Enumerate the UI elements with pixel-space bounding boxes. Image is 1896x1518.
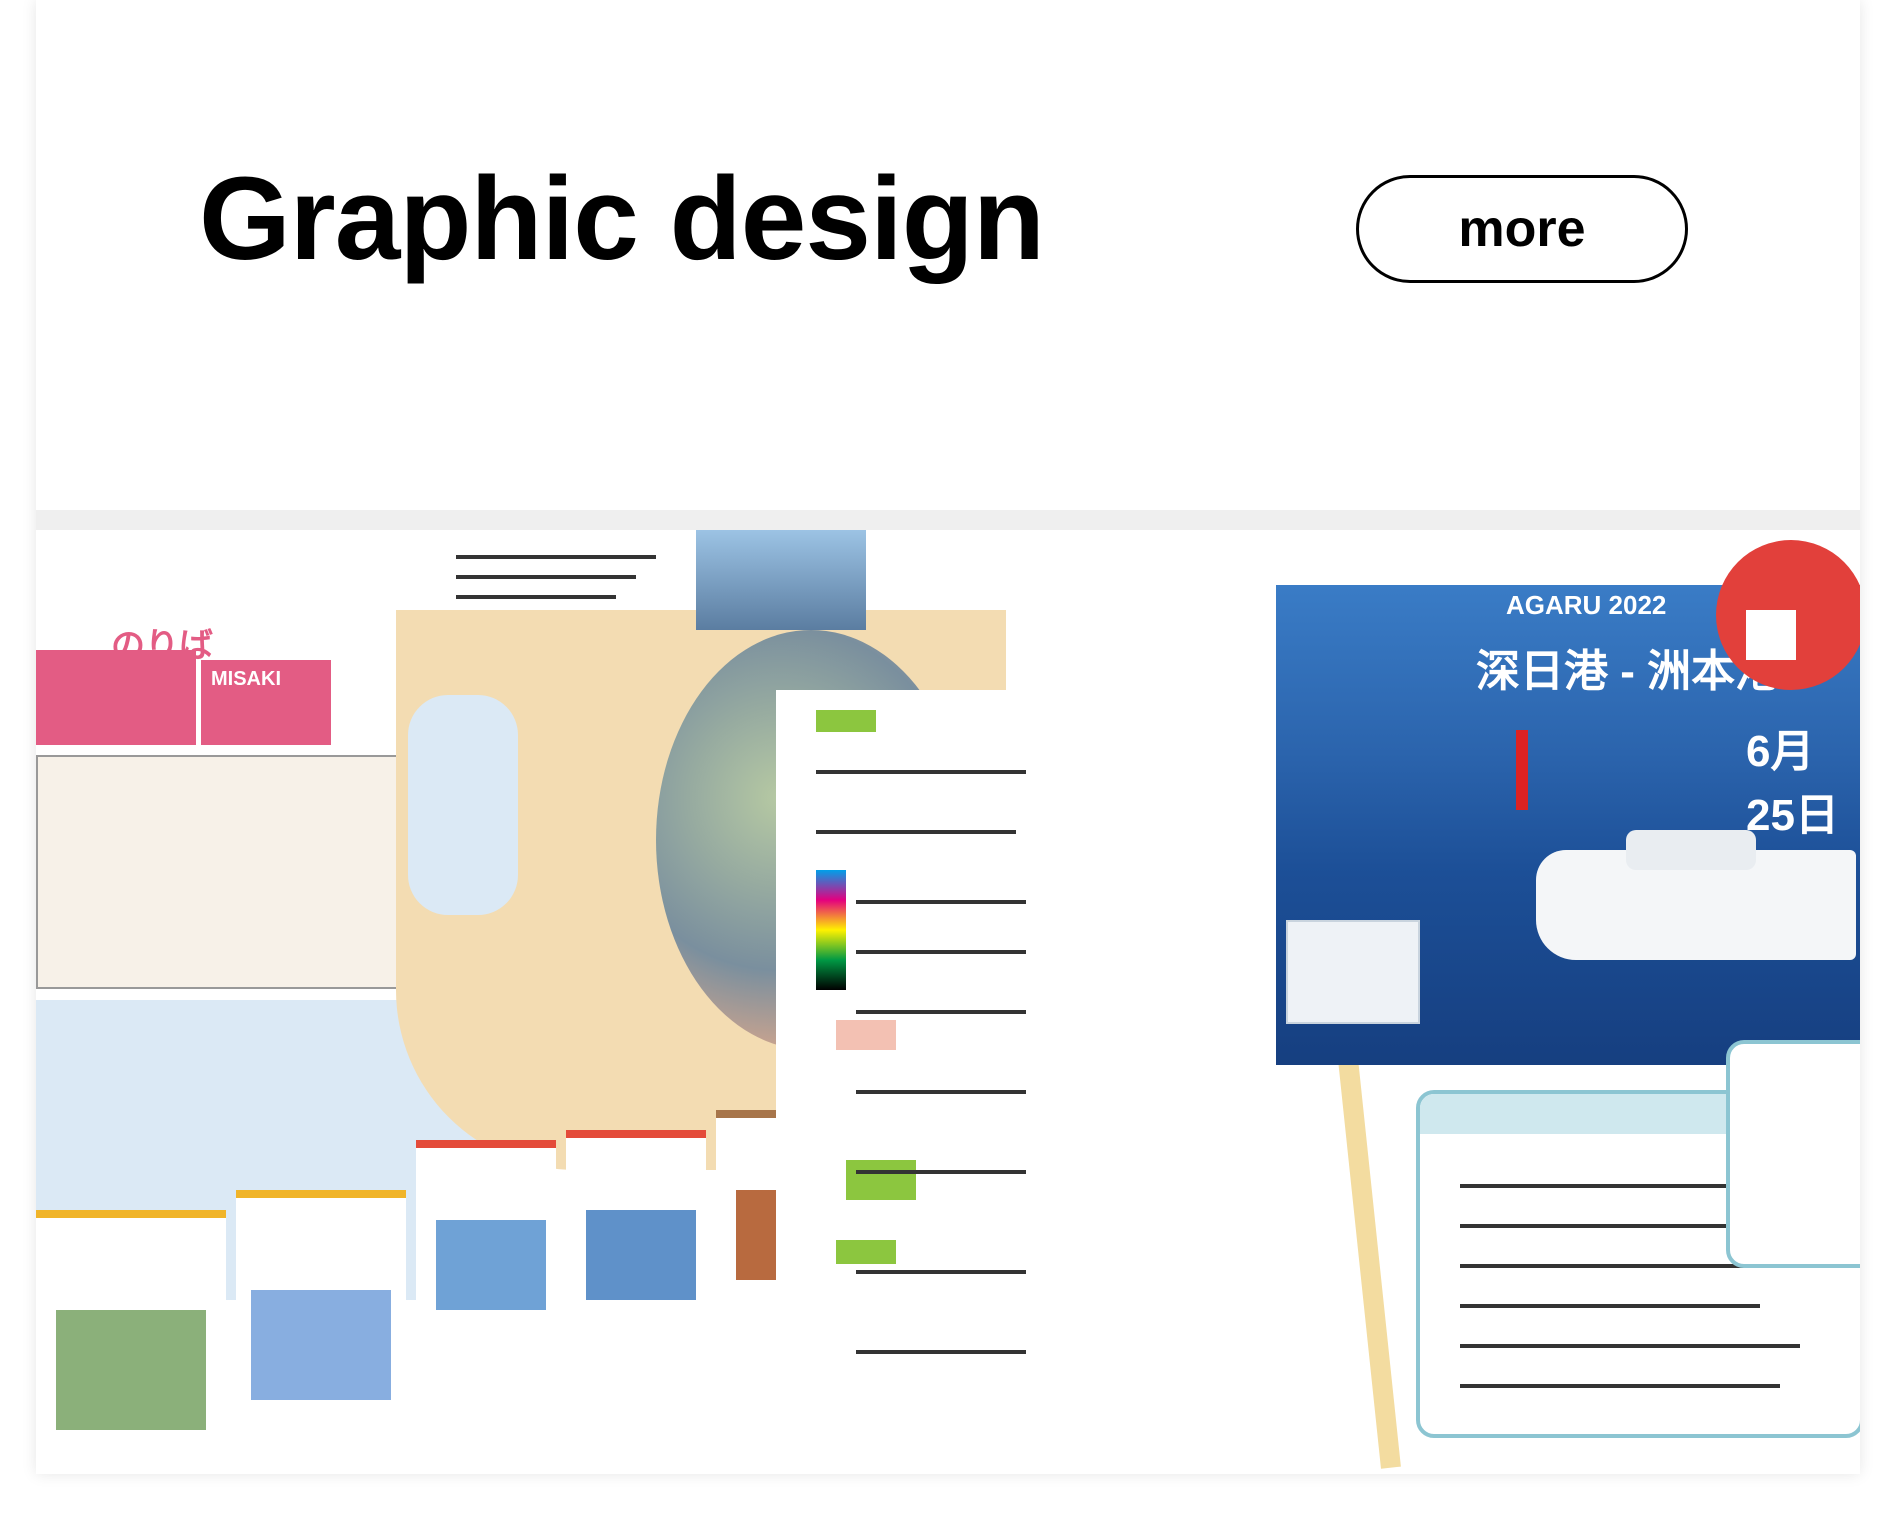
event-date: 6月25日 [1746,727,1839,840]
banner-text: のりば [111,627,213,665]
lighthouse [1516,730,1528,810]
inset-map [36,755,400,989]
qr-code [1746,610,1796,660]
tag-misaki: MISAKI [211,668,281,690]
section-title: Graphic design [199,153,1045,285]
more-button[interactable]: more [1356,175,1688,283]
panel-heading: AGARU 2022 [1506,590,1667,620]
spot-tile [566,1130,706,1474]
building-photo [696,530,866,630]
portfolio-thumbnail[interactable]: のりば MISAKI AGARU 2022 深日港 - 洲本港 6月25日 [36,510,1860,1474]
schedule-column [776,690,1046,1450]
color-bar [816,870,846,990]
cruise-flyer-spread: AGARU 2022 深日港 - 洲本港 6月25日 [1026,530,1860,1474]
graphic-design-card: Graphic design more のりば MISAKI AGARU 202… [36,0,1860,1474]
bay-area [408,695,518,915]
logo-box [1286,920,1420,1024]
card-header: Graphic design more [36,0,1860,510]
timetable-box [1726,1040,1860,1268]
